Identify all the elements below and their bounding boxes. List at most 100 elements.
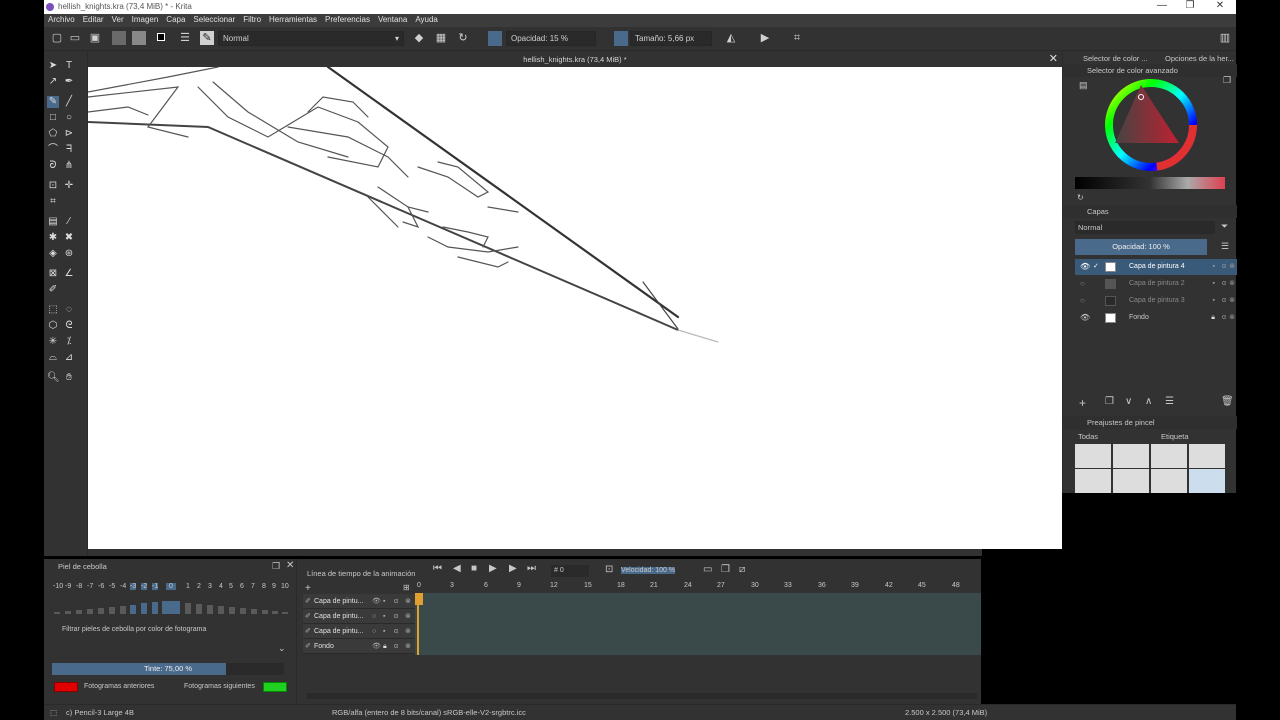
onion-bar[interactable] xyxy=(141,603,147,614)
eraser-mode-icon[interactable]: ◆ xyxy=(412,31,426,45)
visibility-icon[interactable]: 👁︎ xyxy=(372,594,381,609)
onion-toggle-icon[interactable]: ⧄ xyxy=(739,564,745,575)
lock-icon[interactable]: ▪ xyxy=(1213,259,1215,275)
bezier-tool-icon[interactable]: ⌒ xyxy=(47,144,59,156)
onion-bar[interactable] xyxy=(262,610,268,614)
visibility-off-icon[interactable]: ○ xyxy=(372,624,376,639)
layer-row[interactable]: 👁︎ Fondo 🔒︎ α ⊗ xyxy=(1075,310,1237,326)
onion-bar[interactable] xyxy=(240,608,246,614)
menu-preferencias[interactable]: Preferencias xyxy=(321,14,374,24)
layer-row[interactable]: ○ Capa de pintura 3 ▪ α ⊗ xyxy=(1075,293,1237,309)
menu-editar[interactable]: Editar xyxy=(79,14,108,24)
color-picker-icon[interactable]: ⁄ xyxy=(63,216,75,228)
layer-properties-icon[interactable]: ☰ xyxy=(1165,396,1174,407)
alpha-icon[interactable]: α xyxy=(394,609,398,624)
onion-bar[interactable] xyxy=(65,611,71,614)
pin-icon[interactable]: ⊞ xyxy=(403,583,410,592)
delete-layer-icon[interactable]: 🗑︎ xyxy=(1221,396,1234,407)
rect-select-icon[interactable]: ⬚ xyxy=(47,304,59,316)
onion-bar[interactable] xyxy=(229,607,235,614)
mirror-horizontal-icon[interactable]: ◭ xyxy=(724,31,738,45)
onion-bar[interactable] xyxy=(76,610,82,614)
polyline-tool-icon[interactable]: ⊳ xyxy=(63,128,75,140)
wrap-around-icon[interactable]: ⌗ xyxy=(790,31,804,45)
menu-herramientas[interactable]: Herramientas xyxy=(265,14,321,24)
alpha-icon[interactable]: α xyxy=(394,639,398,654)
new-document-icon[interactable]: ▢ xyxy=(50,31,64,45)
reload-preset-icon[interactable]: ↻ xyxy=(456,31,470,45)
timeline-layer-row[interactable]: ✐ Capa de pintu... ○ ▪ α ⊗ xyxy=(303,609,415,624)
gradient-tool-icon[interactable]: ▤ xyxy=(47,216,59,228)
brush-tag-select[interactable]: Etiqueta xyxy=(1161,431,1207,443)
brush-preset-thumb[interactable] xyxy=(1075,469,1111,493)
menu-seleccionar[interactable]: Seleccionar xyxy=(189,14,239,24)
brush-preset-thumb[interactable] xyxy=(1189,469,1225,493)
color-settings-icon[interactable]: ▤ xyxy=(1079,80,1088,91)
layers-view-icon[interactable]: ❐ xyxy=(721,564,730,575)
duplicate-layer-icon[interactable]: ❐ xyxy=(1105,396,1114,407)
timeline-layer-row[interactable]: ✐ Capa de pintu... ○ ▪ α ⊗ xyxy=(303,624,415,639)
onion-num[interactable]: -1 xyxy=(152,583,159,590)
selection-icon[interactable]: ⬚ xyxy=(50,708,57,717)
pattern-icon[interactable] xyxy=(132,31,146,45)
last-frame-icon[interactable]: ⏭ xyxy=(527,563,536,574)
fill-tool-icon[interactable]: ◈ xyxy=(47,248,59,260)
onion-icon[interactable]: ⊗ xyxy=(405,624,411,639)
pin-layer-icon[interactable]: ✐ xyxy=(305,624,311,639)
onion-bar[interactable] xyxy=(196,604,202,614)
visibility-icon[interactable]: 👁︎ xyxy=(1080,259,1090,275)
pin-layer-icon[interactable]: ✐ xyxy=(305,639,311,654)
preserve-alpha-icon[interactable]: ▦ xyxy=(434,31,448,45)
dynamic-brush-icon[interactable]: ᘐ xyxy=(47,160,59,172)
transform-tool-icon[interactable]: ⊡ xyxy=(47,180,59,192)
blend-mode-select[interactable]: Normal ▾ xyxy=(218,31,404,46)
freehand-brush-icon[interactable]: ✎ xyxy=(47,96,59,108)
menu-ver[interactable]: Ver xyxy=(108,14,128,24)
visibility-off-icon[interactable]: ○ xyxy=(1080,276,1085,292)
brush-preset-icon[interactable]: ✎ xyxy=(200,31,214,45)
onion-bar[interactable] xyxy=(152,602,158,614)
size-slider[interactable]: Tamaño: 5,66 px xyxy=(630,31,712,46)
keyframe[interactable] xyxy=(415,593,423,605)
tint-slider[interactable]: Tinte: 75,00 % xyxy=(52,663,284,675)
lock-icon[interactable]: ▪ xyxy=(1213,276,1215,292)
line-tool-icon[interactable]: ╱ xyxy=(63,96,75,108)
onion-bar[interactable] xyxy=(109,607,115,614)
float-panel-icon[interactable]: ❐ xyxy=(1223,75,1231,86)
mirror-vertical-icon[interactable]: ▶ xyxy=(758,31,772,45)
onion-bar[interactable] xyxy=(130,605,136,614)
onion-bar[interactable] xyxy=(218,606,224,614)
colorize-mask-icon[interactable]: ✖ xyxy=(63,232,75,244)
inherit-alpha-icon[interactable]: ⊗ xyxy=(1229,259,1235,275)
move-layer-up-icon[interactable]: ∧ xyxy=(1145,396,1152,407)
pin-layer-icon[interactable]: ✐ xyxy=(305,609,311,624)
save-icon[interactable]: ▣ xyxy=(88,31,102,45)
zoom-tool-icon[interactable]: 🔍︎ xyxy=(47,372,60,384)
prev-frames-color[interactable] xyxy=(54,682,78,692)
crop-tool-icon[interactable]: ⌗ xyxy=(47,196,59,208)
inherit-alpha-icon[interactable]: ⊗ xyxy=(1229,293,1235,309)
drawing-canvas[interactable] xyxy=(88,67,1062,549)
onion-bar[interactable] xyxy=(87,609,93,614)
lock-icon[interactable]: ▪ xyxy=(383,609,385,624)
lock-icon[interactable]: ▪ xyxy=(383,594,385,609)
play-icon[interactable]: ▶ xyxy=(489,563,497,574)
close-document-icon[interactable]: ✕ xyxy=(1049,52,1058,65)
menu-imagen[interactable]: Imagen xyxy=(128,14,163,24)
color-wheel[interactable] xyxy=(1103,77,1199,173)
canvas-scrollbar[interactable] xyxy=(88,549,982,556)
inherit-alpha-icon[interactable]: ⊗ xyxy=(1229,310,1235,326)
open-document-icon[interactable]: ▭ xyxy=(68,31,82,45)
layer-row[interactable]: ○ Capa de pintura 2 ▪ α ⊗ xyxy=(1075,276,1237,292)
onion-num[interactable]: -3 xyxy=(130,583,137,590)
reference-tool-icon[interactable]: ✐ xyxy=(47,284,59,296)
onion-bar[interactable] xyxy=(98,608,104,614)
lock-icon[interactable]: ▪ xyxy=(1213,293,1215,309)
inherit-alpha-icon[interactable]: ⊗ xyxy=(1229,276,1235,292)
brush-preset-thumb[interactable] xyxy=(1113,469,1149,493)
brush-filter-select[interactable]: Todas xyxy=(1075,431,1153,443)
onion-icon[interactable]: ⊗ xyxy=(405,594,411,609)
calligraphy-icon[interactable]: ✒ xyxy=(63,76,75,88)
float-panel-icon[interactable]: ❐ xyxy=(272,561,280,572)
timeline-layer-row[interactable]: ✐ Capa de pintu... 👁︎ ▪ α ⊗ xyxy=(303,594,415,609)
